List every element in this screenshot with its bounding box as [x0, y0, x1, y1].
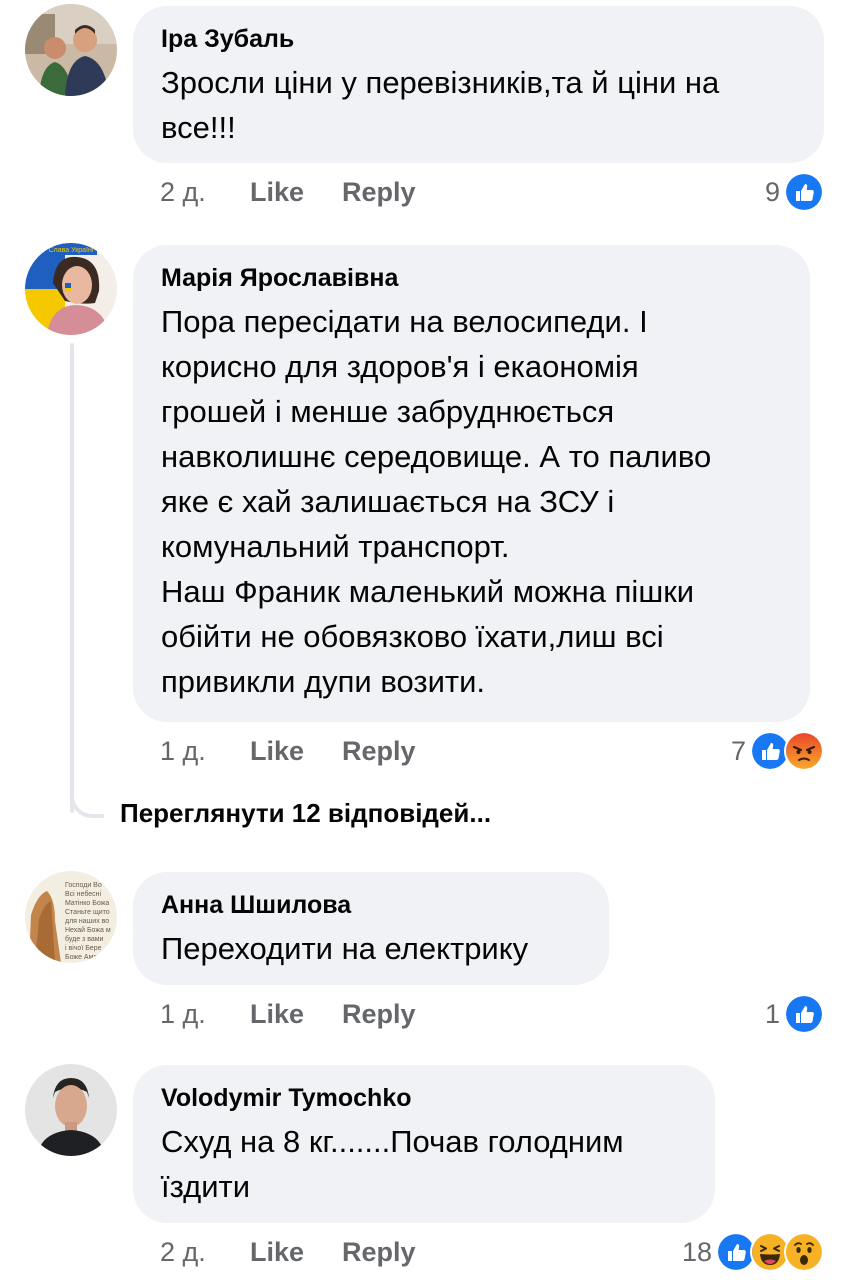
comment-meta: 1 д. Like Reply [160, 994, 416, 1034]
avatar-prayer-line: і вічої Бере [65, 944, 102, 952]
avatar-prayer-line: для наших во [65, 918, 109, 925]
comment-text-line: яке є хай залишається на ЗСУ і [161, 484, 615, 519]
comment-author[interactable]: Марія Ярославівна [161, 263, 782, 293]
comment-bubble: Марія Ярославівна Пора пересідати на вел… [133, 245, 810, 722]
comment-text-line: Наш Франик маленький можна пішки [161, 574, 695, 609]
reply-button[interactable]: Reply [342, 1237, 416, 1268]
comment-text: Схуд на 8 кг.......Почав голодним їздити [161, 1119, 687, 1209]
avatar-prayer-line: Нехай Божа м [65, 926, 111, 934]
thread-line [70, 343, 74, 813]
comment-timestamp[interactable]: 1 д. [160, 736, 250, 767]
angry-icon [784, 731, 824, 771]
avatar[interactable] [25, 1064, 117, 1156]
comment-text-line: грошей і менше забруднюється [161, 394, 615, 429]
avatar-prayer-image: Господи Во Всі небесні Матінко Божа Стан… [25, 871, 117, 963]
view-replies-link[interactable]: Переглянути 12 відповідей... [120, 798, 491, 829]
avatar-prayer-line: Господи Во [65, 882, 102, 889]
avatar[interactable]: Слава Україні [25, 243, 117, 335]
comment-author[interactable]: Анна Шшилова [161, 890, 581, 920]
like-button[interactable]: Like [250, 1237, 304, 1268]
like-icon [784, 172, 824, 212]
avatar-photo-woman-flag: Слава Україні [25, 243, 117, 335]
comment-text-line: привикли дупи возити. [161, 664, 486, 699]
reaction-count: 18 [681, 1236, 712, 1267]
reaction-summary[interactable]: 1 [765, 994, 824, 1034]
reaction-summary[interactable]: 18 [682, 1232, 824, 1272]
like-button[interactable]: Like [250, 736, 304, 767]
comment-timestamp[interactable]: 2 д. [160, 1237, 250, 1268]
comment-text: Переходити на електрику [161, 926, 581, 971]
avatar-banner-text: Слава Україні [49, 246, 94, 254]
reaction-count: 9 [764, 176, 780, 207]
comment-text: Зросли ціни у перевізників,та й ціни на … [161, 60, 796, 150]
comment-text-line: комунальний транспорт. [161, 529, 510, 564]
like-button[interactable]: Like [250, 177, 304, 208]
avatar-prayer-line: буде з вами [65, 935, 104, 943]
comment-meta: 2 д. Like Reply [160, 1232, 416, 1272]
comment-bubble: Іра Зубаль Зросли ціни у перевізників,та… [133, 6, 824, 163]
reaction-summary[interactable]: 7 [731, 731, 824, 771]
comment-timestamp[interactable]: 2 д. [160, 177, 250, 208]
comment-text-line: Схуд на 8 кг.......Почав голодним [161, 1124, 624, 1159]
comment-bubble: Volodymir Tymochko Схуд на 8 кг.......По… [133, 1065, 715, 1223]
reaction-summary[interactable]: 9 [765, 172, 824, 212]
avatar-prayer-line: Матінко Божа [65, 899, 109, 907]
comment-text: Пора пересідати на велосипеди. І корисно… [161, 299, 782, 704]
comment-text-line: корисно для здоров'я і екаономія [161, 349, 639, 384]
comment-text-line: навколишнє середовище. А то паливо [161, 439, 712, 474]
comment-text-line: все!!! [161, 110, 236, 145]
comment-text-line: обійти не обовязково їхати,лиш всі [161, 619, 664, 654]
reaction-count: 7 [730, 735, 746, 766]
comment-text-line: Зросли ціни у перевізників,та й ціни на [161, 65, 720, 100]
like-button[interactable]: Like [250, 999, 304, 1030]
avatar[interactable] [25, 4, 117, 96]
thread-connector [70, 780, 104, 818]
comment-text-line: Переходити на електрику [161, 931, 529, 966]
comment-meta: 2 д. Like Reply [160, 172, 416, 212]
reply-button[interactable]: Reply [342, 177, 416, 208]
reply-button[interactable]: Reply [342, 999, 416, 1030]
comment-timestamp[interactable]: 1 д. [160, 999, 250, 1030]
avatar[interactable]: Господи Во Всі небесні Матінко Божа Стан… [25, 871, 117, 963]
avatar-photo-man [25, 1064, 117, 1156]
comment-text-line: їздити [161, 1169, 251, 1204]
reaction-count: 1 [764, 998, 780, 1029]
comment-text-line: Пора пересідати на велосипеди. І [161, 304, 648, 339]
reply-button[interactable]: Reply [342, 736, 416, 767]
avatar-photo-couple [25, 4, 117, 96]
comment-meta: 1 д. Like Reply [160, 731, 416, 771]
avatar-prayer-line: Боже Амен [65, 954, 101, 961]
comment-author[interactable]: Volodymir Tymochko [161, 1083, 687, 1113]
comment-bubble: Анна Шшилова Переходити на електрику [133, 872, 609, 985]
avatar-prayer-line: Всі небесні [65, 890, 102, 898]
avatar-prayer-line: Станьте щито [65, 909, 110, 916]
like-icon [784, 994, 824, 1034]
comment-author[interactable]: Іра Зубаль [161, 24, 796, 54]
wow-icon [784, 1232, 824, 1272]
